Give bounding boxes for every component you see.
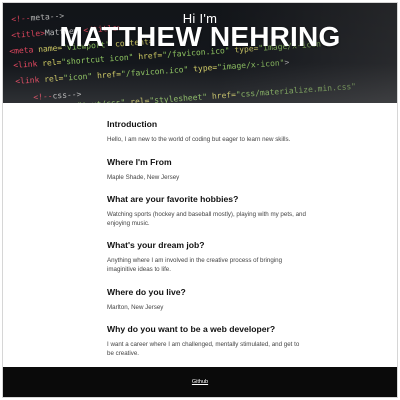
section-heading: What's your dream job? (107, 240, 205, 251)
section-dream-job: What's your dream job? Anything where I … (107, 240, 307, 274)
section-body: Hello, I am new to the world of coding b… (107, 136, 291, 143)
section-heading: Introduction (107, 119, 158, 129)
section-body: Anything where I am involved in the crea… (107, 257, 283, 273)
section-introduction: Introduction Hello, I am new to the worl… (107, 119, 307, 145)
footer: Github (3, 367, 397, 397)
section-body: I want a career where I am challenged, m… (107, 341, 300, 357)
section-where-from: Where I'm From Maple Shade, New Jersey (107, 157, 307, 183)
hero-banner: <!--meta--> <title>Matthew </title> <met… (3, 3, 397, 103)
section-body: Marlton, New Jersey (107, 303, 164, 311)
github-link[interactable]: Github (192, 379, 208, 385)
about-content: Introduction Hello, I am new to the worl… (107, 119, 307, 370)
section-heading: Where I'm From (107, 156, 172, 167)
section-heading: Where do you live? (107, 286, 186, 297)
section-heading: What are your favorite hobbies? (107, 194, 239, 205)
section-body: Maple Shade, New Jersey (107, 173, 180, 181)
page: <!--meta--> <title>Matthew </title> <met… (2, 2, 398, 398)
section-why-web-developer: Why do you want to be a web developer? I… (107, 324, 307, 358)
section-body: Watching sports (hockey and baseball mos… (107, 211, 306, 227)
section-hobbies: What are your favorite hobbies? Watching… (107, 194, 307, 228)
hero-name: MATTHEW NEHRING (59, 21, 341, 52)
section-heading: Why do you want to be a web developer? (107, 324, 276, 335)
section-where-live: Where do you live? Marlton, New Jersey (107, 287, 307, 313)
